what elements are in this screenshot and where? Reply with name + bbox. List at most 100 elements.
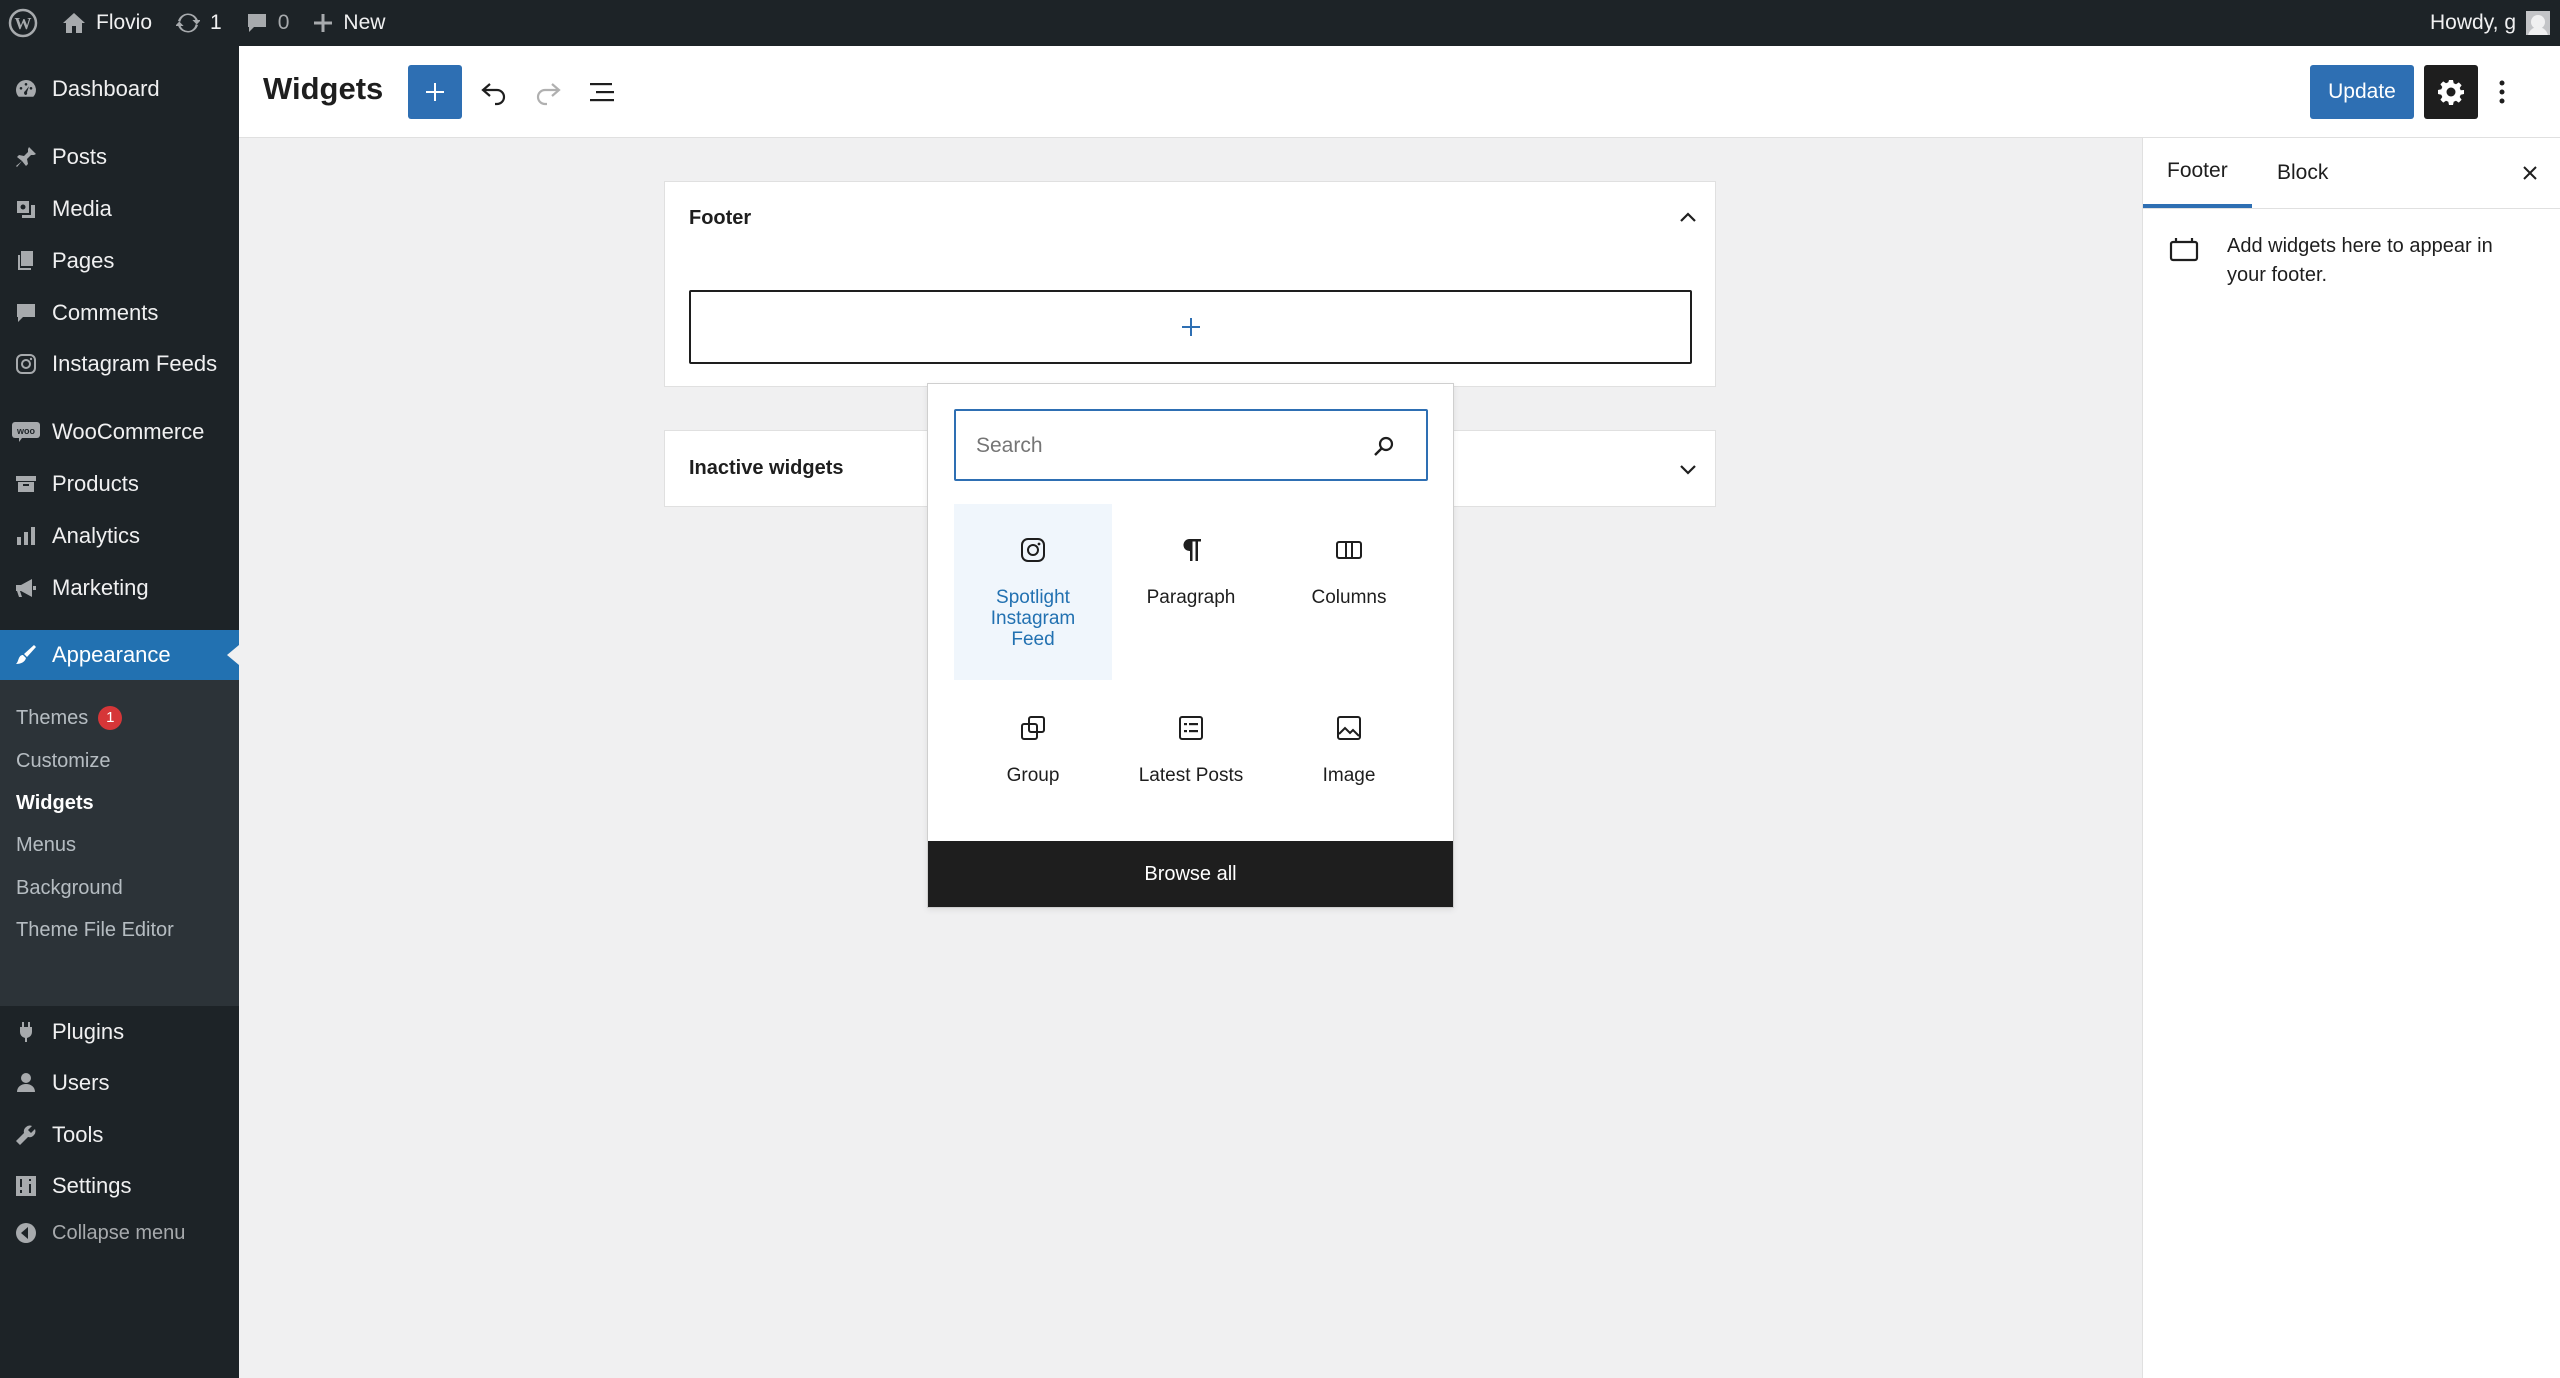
comment-icon <box>0 301 52 325</box>
sidebar-item-instagram-feeds[interactable]: Instagram Feeds <box>0 339 239 389</box>
plus-icon <box>426 83 444 101</box>
close-sidebar-button[interactable] <box>2515 158 2545 188</box>
pin-icon <box>0 145 52 169</box>
sidebar-item-tools[interactable]: Tools <box>0 1110 239 1160</box>
update-button[interactable]: Update <box>2310 65 2414 119</box>
avatar <box>2526 11 2550 35</box>
sidebar-item-label: Products <box>52 471 139 496</box>
block-search-input[interactable] <box>976 431 1356 461</box>
archive-icon <box>0 472 52 496</box>
block-paragraph[interactable]: Paragraph <box>1112 536 1270 608</box>
howdy-text: Howdy, g <box>2430 11 2516 34</box>
list-view-button[interactable] <box>575 65 629 119</box>
block-label: Group <box>1006 765 1060 786</box>
sidebar-item-plugins[interactable]: Plugins <box>0 1007 239 1057</box>
user-icon <box>0 1071 52 1095</box>
collapse-icon <box>0 1221 52 1245</box>
footer-collapse-toggle[interactable] <box>1673 202 1703 232</box>
updates-link[interactable]: 1 <box>164 0 234 46</box>
browse-all-label: Browse all <box>1144 862 1237 885</box>
block-columns[interactable]: Columns <box>1270 536 1428 608</box>
sidebar-item-label: Appearance <box>52 642 171 667</box>
quick-inserter-popover: Spotlight Instagram Feed Paragraph Colum… <box>927 383 1454 908</box>
admin-sidebar: Dashboard Posts Media Pages Comments Ins… <box>0 46 239 1378</box>
submenu-item-customize[interactable]: Customize <box>16 746 110 776</box>
chevron-up-icon <box>1680 212 1696 222</box>
collapse-menu-button[interactable]: Collapse menu <box>0 1208 239 1258</box>
sidebar-item-pages[interactable]: Pages <box>0 236 239 286</box>
tab-block[interactable]: Block <box>2253 138 2352 208</box>
submenu-item-label: Menus <box>16 833 77 856</box>
sidebar-item-media[interactable]: Media <box>0 184 239 234</box>
submenu-item-label: Widgets <box>16 791 94 814</box>
comments-link[interactable]: 0 <box>234 0 302 46</box>
submenu-item-label: Theme File Editor <box>16 918 174 941</box>
group-icon <box>1019 714 1047 747</box>
comment-icon <box>247 14 266 32</box>
block-image[interactable]: Image <box>1270 714 1428 786</box>
block-label: Spotlight Instagram Feed <box>990 587 1076 650</box>
options-menu-button[interactable] <box>2482 65 2522 119</box>
browse-all-button[interactable]: Browse all <box>928 841 1453 907</box>
sidebar-item-label: Media <box>52 196 112 221</box>
block-spotlight-instagram-feed[interactable]: Spotlight Instagram Feed <box>954 504 1112 680</box>
sidebar-item-dashboard[interactable]: Dashboard <box>0 64 239 114</box>
undo-button[interactable] <box>467 65 521 119</box>
footer-widget-area: Footer <box>664 181 1716 387</box>
close-icon <box>2523 166 2537 180</box>
sidebar-item-marketing[interactable]: Marketing <box>0 563 239 613</box>
submenu-item-themes[interactable]: Themes 1 <box>16 703 123 733</box>
block-label: Image <box>1322 765 1376 786</box>
undo-icon <box>481 83 506 106</box>
block-group[interactable]: Group <box>954 714 1112 786</box>
sidebar-item-label: Users <box>52 1070 110 1095</box>
block-search-field[interactable] <box>954 409 1428 481</box>
brush-icon <box>0 643 52 667</box>
settings-button[interactable] <box>2424 65 2478 119</box>
comments-count: 0 <box>277 11 290 34</box>
inactive-expand-toggle[interactable] <box>1673 455 1703 485</box>
svg-text:W: W <box>15 14 32 33</box>
sidebar-item-label: Instagram Feeds <box>52 351 218 376</box>
sidebar-item-label: Marketing <box>52 575 149 600</box>
appearance-submenu: Themes 1 Customize Widgets Menus Backgro… <box>0 680 239 1006</box>
submenu-item-widgets[interactable]: Widgets <box>16 788 94 818</box>
sidebar-item-users[interactable]: Users <box>0 1058 239 1108</box>
add-block-appender[interactable] <box>689 290 1692 364</box>
my-account-link[interactable]: Howdy, g <box>2430 11 2560 35</box>
dashboard-icon <box>0 77 52 101</box>
image-icon <box>1335 714 1363 747</box>
tab-footer[interactable]: Footer <box>2143 138 2252 208</box>
sidebar-item-woocommerce[interactable]: woo WooCommerce <box>0 407 239 457</box>
sidebar-item-label: Tools <box>52 1122 104 1147</box>
block-latest-posts[interactable]: Latest Posts <box>1112 714 1270 786</box>
sidebar-item-comments[interactable]: Comments <box>0 288 239 338</box>
submenu-item-theme-file-editor[interactable]: Theme File Editor <box>16 915 174 945</box>
block-label: Latest Posts <box>1138 765 1244 786</box>
sidebar-item-appearance[interactable]: Appearance <box>0 630 239 680</box>
site-name-link[interactable]: Flovio <box>50 0 164 46</box>
sidebar-item-posts[interactable]: Posts <box>0 132 239 182</box>
wordpress-logo-icon[interactable]: W <box>0 0 50 46</box>
updates-count: 1 <box>210 11 222 34</box>
sidebar-item-label: Analytics <box>52 523 141 548</box>
tab-label: Block <box>2277 161 2329 184</box>
woo-icon: woo <box>0 422 52 442</box>
new-content-link[interactable]: New <box>301 0 397 46</box>
panel-divider <box>2143 208 2560 209</box>
submenu-item-menus[interactable]: Menus <box>16 830 76 860</box>
sidebar-item-label: Plugins <box>52 1019 125 1044</box>
home-icon <box>63 13 85 33</box>
sidebar-item-products[interactable]: Products <box>0 459 239 509</box>
svg-text:woo: woo <box>16 426 35 436</box>
sidebar-item-analytics[interactable]: Analytics <box>0 511 239 561</box>
block-label: Paragraph <box>1146 587 1236 608</box>
sidebar-item-label: Dashboard <box>52 76 160 101</box>
submenu-item-background[interactable]: Background <box>16 873 123 903</box>
sidebar-item-settings[interactable]: Settings <box>0 1161 239 1211</box>
widget-area-icon <box>2169 236 2199 269</box>
redo-button[interactable] <box>521 65 575 119</box>
sidebar-item-label: WooCommerce <box>52 419 205 444</box>
gear-icon <box>2438 80 2464 105</box>
toggle-block-inserter-button[interactable] <box>408 65 462 119</box>
